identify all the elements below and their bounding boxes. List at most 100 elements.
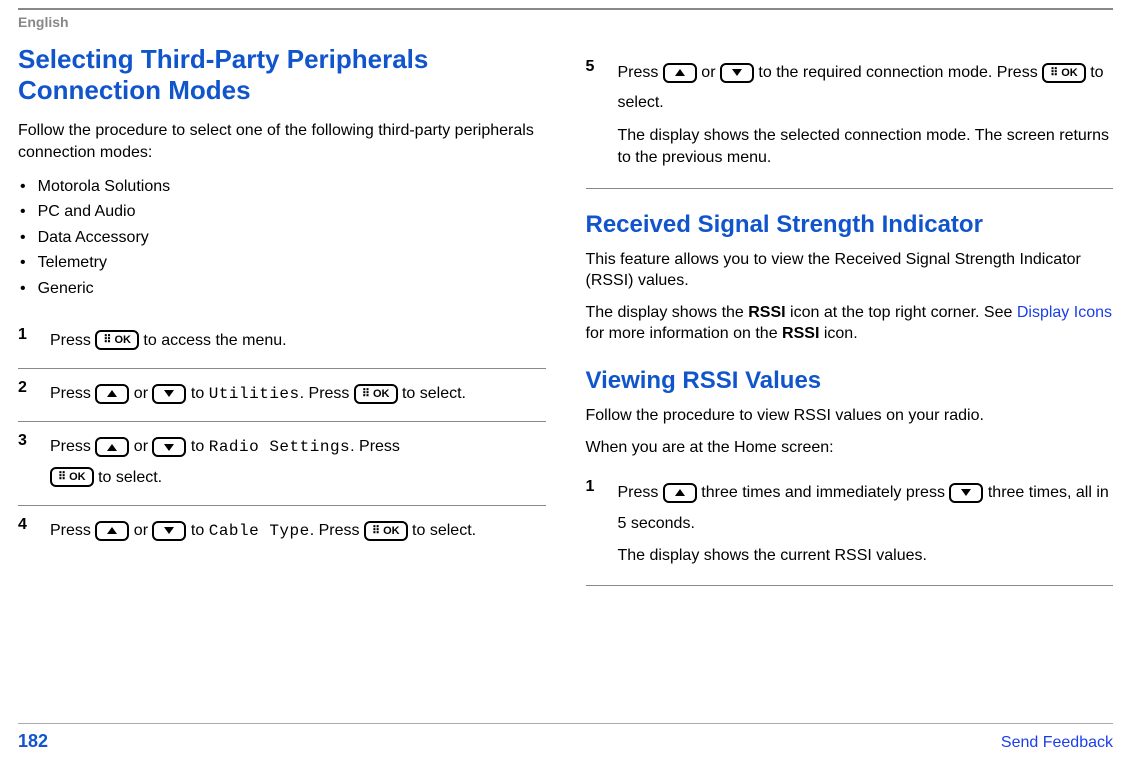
view-rssi-intro: Follow the procedure to view RSSI values… <box>586 405 1114 427</box>
step-text: Press <box>50 332 95 349</box>
menu-cable-type: Cable Type <box>209 522 310 540</box>
step-text: Press <box>50 522 95 539</box>
left-column: Selecting Third-Party Peripherals Connec… <box>18 44 546 586</box>
section-divider <box>586 585 1114 586</box>
step-text: . Press <box>350 438 400 455</box>
step-text: Press <box>50 438 95 455</box>
modes-list: Motorola Solutions PC and Audio Data Acc… <box>18 174 546 302</box>
down-arrow-icon <box>720 63 754 83</box>
text-fragment: The display shows the <box>586 304 749 321</box>
step-5: 5 Press or to the required connection mo… <box>586 48 1114 182</box>
step-1: 1 Press ⠿ OK to access the menu. <box>18 316 546 369</box>
step-text: to <box>191 438 209 455</box>
step-4: 4 Press or to Cable Type. Press ⠿ OK to … <box>18 506 546 558</box>
step-text: . Press <box>300 385 354 402</box>
step-text: or <box>134 438 153 455</box>
step-text: to select. <box>98 469 162 486</box>
text-fragment: for more information on the <box>586 325 783 342</box>
list-item-label: Motorola Solutions <box>38 174 171 200</box>
procedure-steps-left: 1 Press ⠿ OK to access the menu. 2 Press… <box>18 316 546 559</box>
list-item-label: Telemetry <box>38 250 107 276</box>
up-arrow-icon <box>95 437 129 457</box>
procedure-steps-rssi: 1 Press three times and immediately pres… <box>586 468 1114 579</box>
content-columns: Selecting Third-Party Peripherals Connec… <box>18 44 1113 586</box>
up-arrow-icon <box>95 521 129 541</box>
right-column: 5 Press or to the required connection mo… <box>586 44 1114 586</box>
step-text: to select. <box>402 385 466 402</box>
list-item: PC and Audio <box>18 199 546 225</box>
display-icons-link[interactable]: Display Icons <box>1017 304 1112 321</box>
step-2: 2 Press or to Utilities. Press ⠿ OK to s… <box>18 369 546 422</box>
step-body: Press or to Radio Settings. Press ⠿ OK t… <box>50 432 546 493</box>
page-footer: 182 Send Feedback <box>18 731 1113 752</box>
ok-button-icon: ⠿ OK <box>364 521 408 541</box>
rssi-bold: RSSI <box>748 304 785 321</box>
language-header: English <box>18 14 1113 30</box>
ok-button-icon: ⠿ OK <box>354 384 398 404</box>
step-text: or <box>134 385 153 402</box>
step-text: Press <box>618 484 663 501</box>
menu-radio-settings: Radio Settings <box>209 438 350 456</box>
step-body: Press or to Cable Type. Press ⠿ OK to se… <box>50 516 546 546</box>
step-text: to access the menu. <box>143 332 286 349</box>
send-feedback-link[interactable]: Send Feedback <box>1001 734 1113 752</box>
list-item-label: PC and Audio <box>38 199 136 225</box>
up-arrow-icon <box>663 483 697 503</box>
heading-rssi: Received Signal Strength Indicator <box>586 211 1114 239</box>
page-number: 182 <box>18 731 48 752</box>
list-item: Generic <box>18 276 546 302</box>
step-text: to <box>191 522 209 539</box>
rssi-step-1: 1 Press three times and immediately pres… <box>586 468 1114 579</box>
heading-line2: Connection Modes <box>18 75 251 105</box>
rssi-bold: RSSI <box>782 325 819 342</box>
menu-utilities: Utilities <box>209 385 300 403</box>
step-number: 3 <box>18 432 40 493</box>
list-item-label: Data Accessory <box>38 225 149 251</box>
up-arrow-icon <box>95 384 129 404</box>
rssi-icon-paragraph: The display shows the RSSI icon at the t… <box>586 302 1114 345</box>
section-divider <box>586 188 1114 189</box>
text-fragment: icon at the top right corner. See <box>786 304 1017 321</box>
intro-paragraph: Follow the procedure to select one of th… <box>18 120 546 163</box>
step-number: 1 <box>586 478 608 567</box>
step-text: to select. <box>412 522 476 539</box>
heading-line1: Selecting Third-Party Peripherals <box>18 44 428 74</box>
down-arrow-icon <box>152 384 186 404</box>
list-item: Data Accessory <box>18 225 546 251</box>
step-number: 1 <box>18 326 40 356</box>
list-item-label: Generic <box>38 276 94 302</box>
step-text: or <box>701 64 720 81</box>
rssi-intro: This feature allows you to view the Rece… <box>586 249 1114 292</box>
step-body: Press ⠿ OK to access the menu. <box>50 326 546 356</box>
home-screen-note: When you are at the Home screen: <box>586 437 1114 459</box>
ok-button-icon: ⠿ OK <box>95 330 139 350</box>
ok-button-icon: ⠿ OK <box>50 467 94 487</box>
step-result-note: The display shows the selected connectio… <box>618 125 1114 170</box>
step-text: or <box>134 522 153 539</box>
step-body: Press or to Utilities. Press ⠿ OK to sel… <box>50 379 546 409</box>
step-number: 2 <box>18 379 40 409</box>
text-fragment: icon. <box>819 325 857 342</box>
step-result-note: The display shows the current RSSI value… <box>618 545 1114 567</box>
heading-selecting-modes: Selecting Third-Party Peripherals Connec… <box>18 44 546 106</box>
step-number: 4 <box>18 516 40 546</box>
footer-divider <box>18 723 1113 724</box>
down-arrow-icon <box>152 437 186 457</box>
list-item: Telemetry <box>18 250 546 276</box>
step-text: three times and immediately press <box>701 484 949 501</box>
procedure-steps-right-top: 5 Press or to the required connection mo… <box>586 48 1114 182</box>
heading-view-rssi: Viewing RSSI Values <box>586 367 1114 395</box>
ok-button-icon: ⠿ OK <box>1042 63 1086 83</box>
up-arrow-icon <box>663 63 697 83</box>
step-text: Press <box>50 385 95 402</box>
step-text: Press <box>618 64 663 81</box>
down-arrow-icon <box>949 483 983 503</box>
step-text: . Press <box>310 522 364 539</box>
step-text: to the required connection mode. Press <box>758 64 1042 81</box>
step-number: 5 <box>586 58 608 170</box>
list-item: Motorola Solutions <box>18 174 546 200</box>
step-body: Press three times and immediately press … <box>618 478 1114 567</box>
down-arrow-icon <box>152 521 186 541</box>
step-3: 3 Press or to Radio Settings. Press ⠿ OK… <box>18 422 546 506</box>
step-body: Press or to the required connection mode… <box>618 58 1114 170</box>
